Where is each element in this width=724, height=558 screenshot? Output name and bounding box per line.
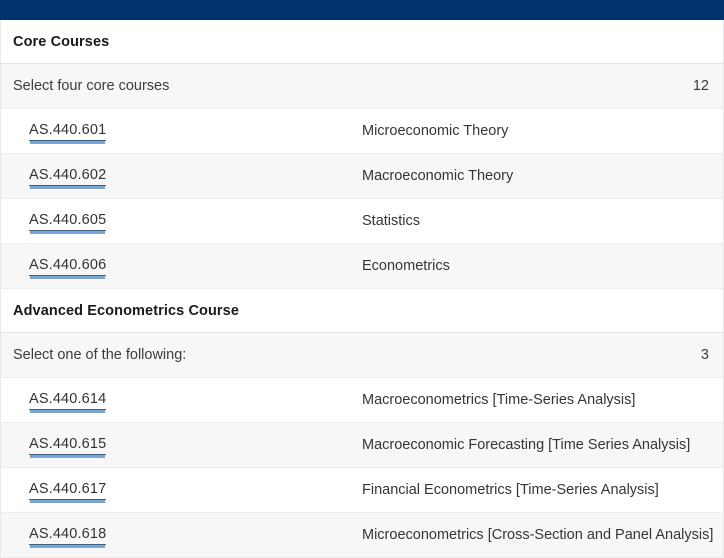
course-row: AS.440.618 Microeconometrics [Cross-Secti… (0, 512, 724, 558)
course-code-link[interactable]: AS.440.601 (29, 122, 107, 141)
requirement-comment-row: Select one of the following: 3 (0, 332, 724, 378)
course-code-link[interactable]: AS.440.618 (29, 526, 107, 545)
course-title: Statistics (362, 213, 421, 229)
top-navy-bar (0, 0, 724, 20)
course-row: AS.440.614 Macroeconometrics [Time-Series… (0, 377, 724, 423)
course-row: AS.440.605 Statistics (0, 198, 724, 244)
section-header-label: Core Courses (13, 33, 110, 50)
section-header-row: Core Courses (0, 20, 724, 64)
course-title: Econometrics (362, 258, 450, 274)
course-code-link[interactable]: AS.440.617 (29, 481, 107, 500)
course-code-link[interactable]: AS.440.602 (29, 167, 107, 186)
course-row: AS.440.615 Macroeconomic Forecasting [Tim… (0, 422, 724, 468)
course-code-cell: AS.440.614 (1, 378, 363, 423)
course-title: Microeconomic Theory (362, 123, 509, 139)
course-code-cell: AS.440.617 (1, 468, 363, 513)
course-title: Macroeconomic Theory (362, 168, 514, 184)
requirement-comment-row: Select four core courses 12 (0, 63, 724, 109)
course-requirements-body: Core Courses Select four core courses 12 AS… (0, 20, 724, 558)
course-title: Microeconometrics [Cross-Section and Pan… (362, 527, 714, 543)
course-requirements-table: Core Courses Select four core courses 12 AS… (0, 20, 724, 558)
course-row: AS.440.606 Econometrics (0, 243, 724, 289)
course-code-cell: AS.440.606 (1, 244, 363, 289)
course-row: AS.440.617 Financial Econometrics [Time-S… (0, 467, 724, 513)
course-code-cell: AS.440.618 (1, 513, 363, 558)
course-title: Financial Econometrics [Time-Series Anal… (362, 482, 659, 498)
section-header-row: Advanced Econometrics Course (0, 288, 724, 333)
requirement-credit-hours: 3 (700, 347, 709, 363)
requirement-comment-label: Select four core courses (13, 78, 170, 94)
course-title: Macroeconomic Forecasting [Time Series A… (362, 437, 691, 453)
course-code-cell: AS.440.602 (1, 154, 363, 199)
requirement-comment-label: Select one of the following: (13, 347, 187, 363)
course-row: AS.440.601 Microeconomic Theory (0, 108, 724, 154)
requirement-credit-hours: 12 (692, 78, 709, 94)
course-title: Macroeconometrics [Time-Series Analysis] (362, 392, 636, 408)
course-code-cell: AS.440.605 (1, 199, 363, 244)
section-header-label: Advanced Econometrics Course (13, 302, 240, 319)
page-root: Core Courses Select four core courses 12 AS… (0, 0, 724, 558)
course-code-link[interactable]: AS.440.615 (29, 436, 107, 455)
course-code-link[interactable]: AS.440.605 (29, 212, 107, 231)
course-code-cell: AS.440.601 (1, 109, 363, 154)
course-code-link[interactable]: AS.440.606 (29, 257, 107, 276)
course-code-cell: AS.440.615 (1, 423, 363, 468)
course-row: AS.440.602 Macroeconomic Theory (0, 153, 724, 199)
course-code-link[interactable]: AS.440.614 (29, 391, 107, 410)
